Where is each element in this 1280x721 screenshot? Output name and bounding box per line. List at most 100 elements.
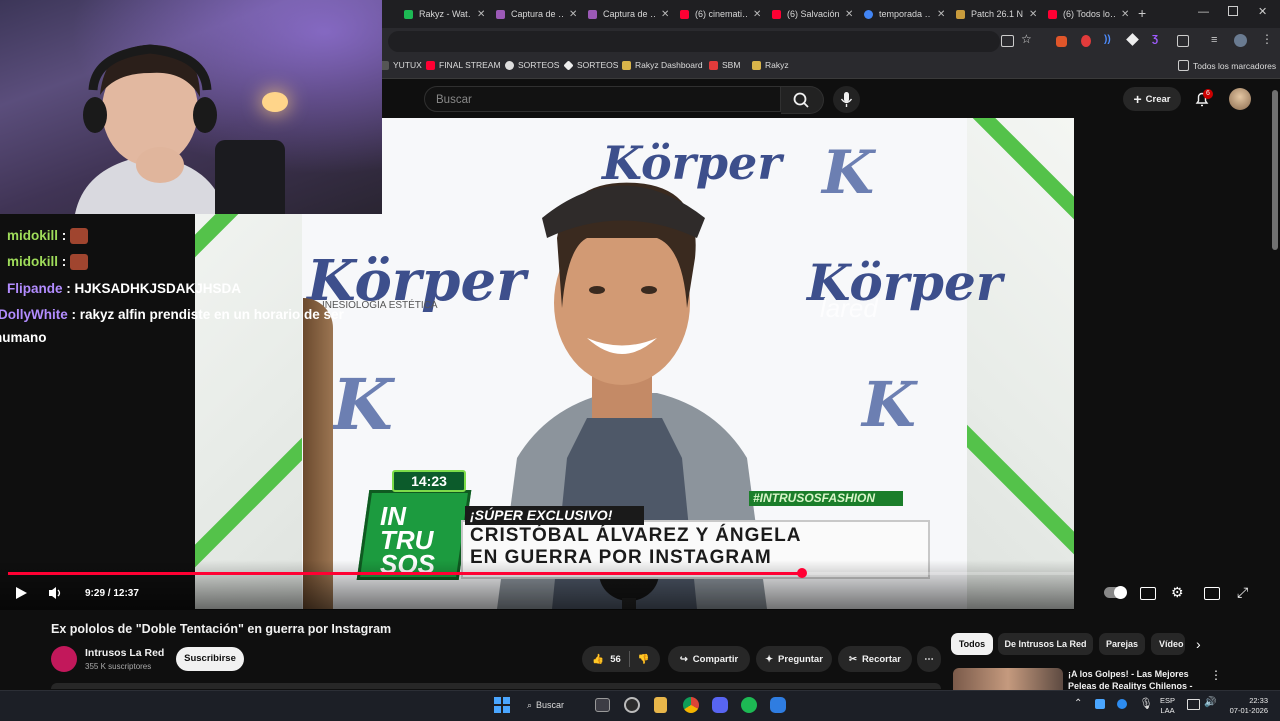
chip-parejas[interactable]: Parejas xyxy=(1099,633,1145,655)
url-field[interactable] xyxy=(388,31,1000,52)
file-explorer-icon[interactable] xyxy=(654,697,667,713)
system-clock[interactable]: 22:33 07-01-2026 xyxy=(1222,696,1268,716)
emote-icon xyxy=(70,228,89,245)
extension-icon[interactable]: )) xyxy=(1104,34,1111,45)
browser-menu-icon[interactable]: ⋮ xyxy=(1261,32,1273,46)
autoplay-toggle[interactable] xyxy=(1104,586,1127,599)
subtitles-icon[interactable] xyxy=(1140,587,1156,600)
close-tab-icon[interactable]: ✕ xyxy=(661,9,669,20)
bookmark-star-icon[interactable]: ☆ xyxy=(1021,32,1032,46)
settings-gear-icon[interactable]: ⚙ xyxy=(1171,584,1184,601)
close-tab-icon[interactable]: ✕ xyxy=(753,9,761,20)
search-icon: ⌕ xyxy=(527,699,533,710)
like-button[interactable]: 👍 56 xyxy=(592,654,620,665)
microphone-icon xyxy=(840,92,853,107)
miniplayer-icon[interactable] xyxy=(1204,587,1220,600)
share-button[interactable]: ↪ Compartir xyxy=(668,646,750,672)
close-tab-icon[interactable]: ✕ xyxy=(845,9,853,20)
browser-tab[interactable]: Captura de … ✕ xyxy=(588,5,669,23)
channel-watermark: lared xyxy=(820,293,878,323)
install-app-icon[interactable] xyxy=(1001,35,1014,47)
create-button[interactable]: + Crear xyxy=(1123,87,1181,111)
volume-icon[interactable]: 🔊 xyxy=(1204,697,1216,708)
clip-button[interactable]: ✂ Recortar xyxy=(838,646,912,672)
discord-icon[interactable] xyxy=(712,697,728,713)
subscriber-count: 355 K suscriptores xyxy=(85,662,152,671)
chip-from-channel[interactable]: De Intrusos La Red xyxy=(998,633,1093,655)
bookmark-item[interactable]: SORTEOS xyxy=(505,60,559,70)
bookmark-item[interactable]: Rakyz Dashboard xyxy=(622,60,703,70)
browser-tab[interactable]: (6) cinemati… ✕ xyxy=(680,5,761,23)
close-tab-icon[interactable]: ✕ xyxy=(1121,9,1129,20)
backdrop-logo: K xyxy=(822,138,875,208)
chrome-icon[interactable] xyxy=(683,697,699,713)
close-tab-icon[interactable]: ✕ xyxy=(477,9,485,20)
reco-title[interactable]: ¡A los Golpes! - Las Mejores Peleas de R… xyxy=(1068,668,1198,690)
bookmark-item[interactable]: SBM xyxy=(709,60,740,70)
spotify-icon[interactable] xyxy=(741,697,757,713)
extension-icon[interactable] xyxy=(1081,35,1091,47)
more-actions-button[interactable]: ⋯ xyxy=(917,646,941,672)
all-bookmarks-folder[interactable]: Todos los marcadores xyxy=(1178,60,1276,71)
extension-icon[interactable]: Ʒ xyxy=(1152,34,1158,45)
browser-tab[interactable]: (6) Salvación…✕ xyxy=(772,5,853,23)
close-tab-icon[interactable]: ✕ xyxy=(937,9,945,20)
browser-tab[interactable]: Patch 26.1 N…✕ xyxy=(956,5,1037,23)
ask-button[interactable]: ✦ Preguntar xyxy=(756,646,832,672)
search-button[interactable] xyxy=(781,86,824,114)
chevron-right-icon[interactable]: › xyxy=(1196,636,1201,652)
page-scrollbar[interactable] xyxy=(1272,90,1278,250)
browser-tab[interactable]: Captura de … ✕ xyxy=(496,5,577,23)
chip-all[interactable]: Todos xyxy=(951,633,993,655)
reco-menu-icon[interactable]: ⋮ xyxy=(1210,668,1222,682)
chip-video[interactable]: Vídeo xyxy=(1151,633,1185,655)
bookmark-item[interactable]: Rakyz xyxy=(752,60,789,70)
tab-favicon-icon xyxy=(496,9,505,19)
channel-avatar[interactable] xyxy=(51,646,77,672)
close-tab-icon[interactable]: ✕ xyxy=(569,9,577,20)
play-button[interactable] xyxy=(14,586,28,605)
close-window-icon[interactable]: ✕ xyxy=(1258,5,1267,18)
close-tab-icon[interactable]: ✕ xyxy=(1029,9,1037,20)
maximize-window-icon[interactable] xyxy=(1228,6,1238,16)
language-indicator[interactable]: ESP LAA xyxy=(1160,696,1175,716)
browser-tab[interactable]: (6) Todos lo… ✕ xyxy=(1048,5,1129,23)
mute-button[interactable] xyxy=(48,586,64,605)
voice-search-button[interactable] xyxy=(833,86,860,113)
reco-thumbnail[interactable] xyxy=(953,668,1063,690)
browser-tab[interactable]: Rakyz - Wat… ✕ xyxy=(404,5,485,23)
bolt-icon xyxy=(752,60,761,70)
subscribe-button[interactable]: Suscribirse xyxy=(176,647,244,671)
media-controls-icon[interactable]: ≡ xyxy=(1211,34,1217,46)
extension-icon[interactable] xyxy=(1126,33,1139,46)
obs-icon[interactable] xyxy=(624,697,640,713)
description-box[interactable] xyxy=(51,683,941,689)
volume-icon xyxy=(49,587,61,599)
app-icon[interactable] xyxy=(770,697,786,713)
bookmark-item[interactable]: YUTUX xyxy=(380,60,422,70)
progress-bar-played xyxy=(8,572,802,575)
dislike-button[interactable]: 👎 xyxy=(638,654,650,665)
scrubber-handle[interactable] xyxy=(797,568,807,578)
search-input[interactable]: Buscar xyxy=(424,86,781,112)
minimize-window-icon[interactable]: — xyxy=(1198,6,1209,18)
network-icon[interactable] xyxy=(1187,699,1200,710)
bookmark-item[interactable]: SORTEOS xyxy=(563,59,618,71)
profile-avatar[interactable] xyxy=(1234,34,1247,47)
browser-tab[interactable]: temporada … ✕ xyxy=(864,5,945,23)
taskbar-search[interactable]: ⌕ Buscar xyxy=(527,698,564,712)
tray-app-icon[interactable] xyxy=(1095,699,1105,709)
new-tab-button[interactable]: + xyxy=(1138,5,1146,21)
task-view-icon[interactable] xyxy=(595,698,610,712)
tray-app-icon[interactable] xyxy=(1117,699,1127,709)
notification-badge: 6 xyxy=(1203,89,1213,99)
bookmark-item[interactable]: FINAL STREAM xyxy=(426,60,501,70)
tray-microphone-icon[interactable]: 🎙 xyxy=(1139,697,1153,710)
account-avatar[interactable] xyxy=(1229,88,1251,110)
fullscreen-icon[interactable]: ⤢ xyxy=(1237,584,1248,601)
start-button[interactable] xyxy=(494,697,510,713)
tray-chevron-up-icon[interactable]: ⌃ xyxy=(1074,698,1082,709)
channel-name[interactable]: Intrusos La Red xyxy=(85,647,164,659)
extension-icon[interactable] xyxy=(1056,36,1067,47)
extensions-puzzle-icon[interactable] xyxy=(1177,35,1189,47)
